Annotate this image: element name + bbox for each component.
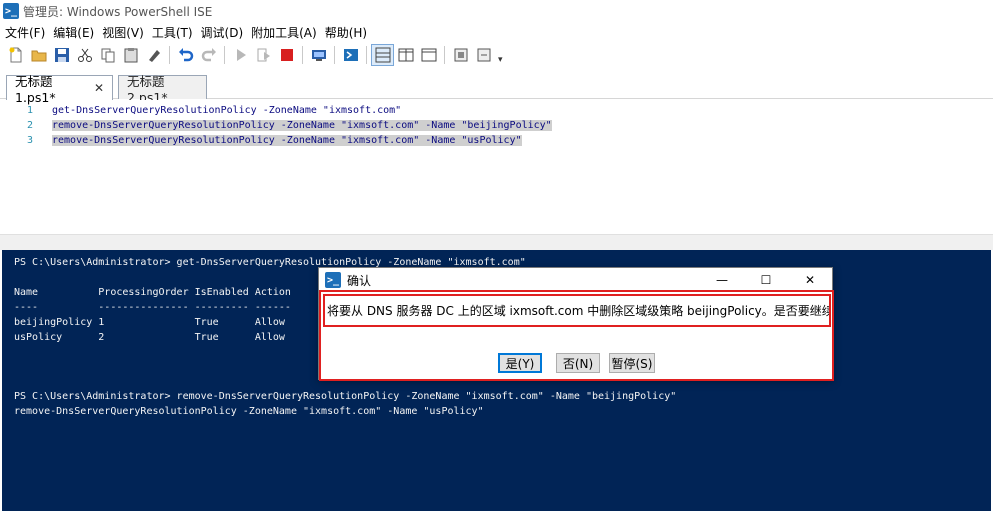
line-number: 1 (26, 104, 33, 116)
layout-right-icon[interactable] (394, 44, 417, 66)
toolbar-overflow-icon[interactable]: ▾ (498, 55, 503, 65)
run-selection-icon[interactable] (252, 44, 275, 66)
console-line: beijingPolicy 1 True Allow (14, 317, 285, 328)
console-line: ---- --------------- --------- ------ (14, 302, 291, 313)
no-button[interactable]: 否(N) (556, 353, 600, 373)
close-icon[interactable]: ✕ (788, 268, 832, 292)
layout-max-icon[interactable] (417, 44, 440, 66)
suspend-button[interactable]: 暂停(S) (609, 353, 655, 373)
menu-help[interactable]: 帮助(H) (324, 24, 374, 41)
console-line: PS C:\Users\Administrator> remove-DnsSer… (14, 391, 677, 402)
cut-icon[interactable] (73, 44, 96, 66)
script-tab-strip: 无标题1.ps1* ✕ 无标题2.ps1* (0, 72, 993, 105)
minimize-icon[interactable]: — (700, 268, 744, 292)
save-icon[interactable] (50, 44, 73, 66)
editor-line: 2 remove-DnsServerQueryResolutionPolicy … (0, 118, 552, 132)
toolbar: ▾ (0, 42, 993, 68)
editor-line: 1 get-DnsServerQueryResolutionPolicy -Zo… (0, 103, 401, 117)
layout-top-icon[interactable] (371, 44, 394, 66)
editor-line: 3 remove-DnsServerQueryResolutionPolicy … (0, 133, 522, 147)
menu-view[interactable]: 视图(V) (101, 24, 151, 41)
toolbar-separator (444, 46, 445, 64)
toolbar-separator (169, 46, 170, 64)
new-remote-tab-icon[interactable] (307, 44, 330, 66)
redo-icon[interactable] (197, 44, 220, 66)
console-line: Name ProcessingOrder IsEnabled Action (14, 287, 291, 298)
powershell-icon[interactable] (339, 44, 362, 66)
powershell-app-icon: >_ (3, 3, 19, 19)
yes-button[interactable]: 是(Y) (498, 353, 542, 373)
powershell-icon: >_ (325, 272, 341, 288)
toolbar-separator (224, 46, 225, 64)
paste-icon[interactable] (119, 44, 142, 66)
console-line: usPolicy 2 True Allow (14, 332, 285, 343)
close-icon[interactable]: ✕ (94, 81, 104, 95)
copy-icon[interactable] (96, 44, 119, 66)
menu-debug[interactable]: 调试(D) (200, 24, 251, 41)
run-icon[interactable] (229, 44, 252, 66)
maximize-icon[interactable]: ☐ (744, 268, 788, 292)
script-editor[interactable]: 1 get-DnsServerQueryResolutionPolicy -Zo… (0, 100, 993, 234)
menu-file[interactable]: 文件(F) (4, 24, 52, 41)
clear-icon[interactable] (142, 44, 165, 66)
undo-icon[interactable] (174, 44, 197, 66)
tab-untitled-2[interactable]: 无标题2.ps1* (118, 74, 207, 105)
line-number: 2 (26, 119, 33, 131)
stop-icon[interactable] (275, 44, 298, 66)
code-text: remove-DnsServerQueryResolutionPolicy -Z… (52, 119, 552, 131)
code-text: get-DnsServerQueryResolutionPolicy -Zone… (52, 104, 402, 116)
toolbar-separator (366, 46, 367, 64)
confirm-dialog: >_ 确认 — ☐ ✕ 将要从 DNS 服务器 DC 上的区域 ixmsoft.… (318, 267, 833, 380)
line-number: 3 (26, 134, 33, 146)
pane-splitter[interactable] (0, 234, 993, 250)
menu-edit[interactable]: 编辑(E) (52, 24, 101, 41)
menu-bar: 文件(F) 编辑(E) 视图(V) 工具(T) 调试(D) 附加工具(A) 帮助… (0, 22, 993, 42)
show-commands-icon[interactable] (449, 44, 472, 66)
code-text: remove-DnsServerQueryResolutionPolicy -Z… (52, 134, 522, 146)
addon-icon[interactable] (472, 44, 495, 66)
tab-label: 无标题1.ps1* (15, 74, 56, 105)
toolbar-separator (302, 46, 303, 64)
window-titlebar: >_ 管理员: Windows PowerShell ISE (0, 0, 993, 22)
window-title: 管理员: Windows PowerShell ISE (23, 4, 213, 19)
dialog-message: 将要从 DNS 服务器 DC 上的区域 ixmsoft.com 中删除区域级策略… (323, 294, 831, 327)
menu-addons[interactable]: 附加工具(A) (250, 24, 324, 41)
new-file-icon[interactable] (4, 44, 27, 66)
tab-untitled-1[interactable]: 无标题1.ps1* ✕ (6, 74, 113, 105)
menu-tools[interactable]: 工具(T) (151, 24, 200, 41)
dialog-message-text: 将要从 DNS 服务器 DC 上的区域 ixmsoft.com 中删除区域级策略… (327, 304, 831, 318)
toolbar-separator (334, 46, 335, 64)
open-folder-icon[interactable] (27, 44, 50, 66)
dialog-title: 确认 (347, 273, 372, 288)
console-line: remove-DnsServerQueryResolutionPolicy -Z… (14, 406, 484, 417)
